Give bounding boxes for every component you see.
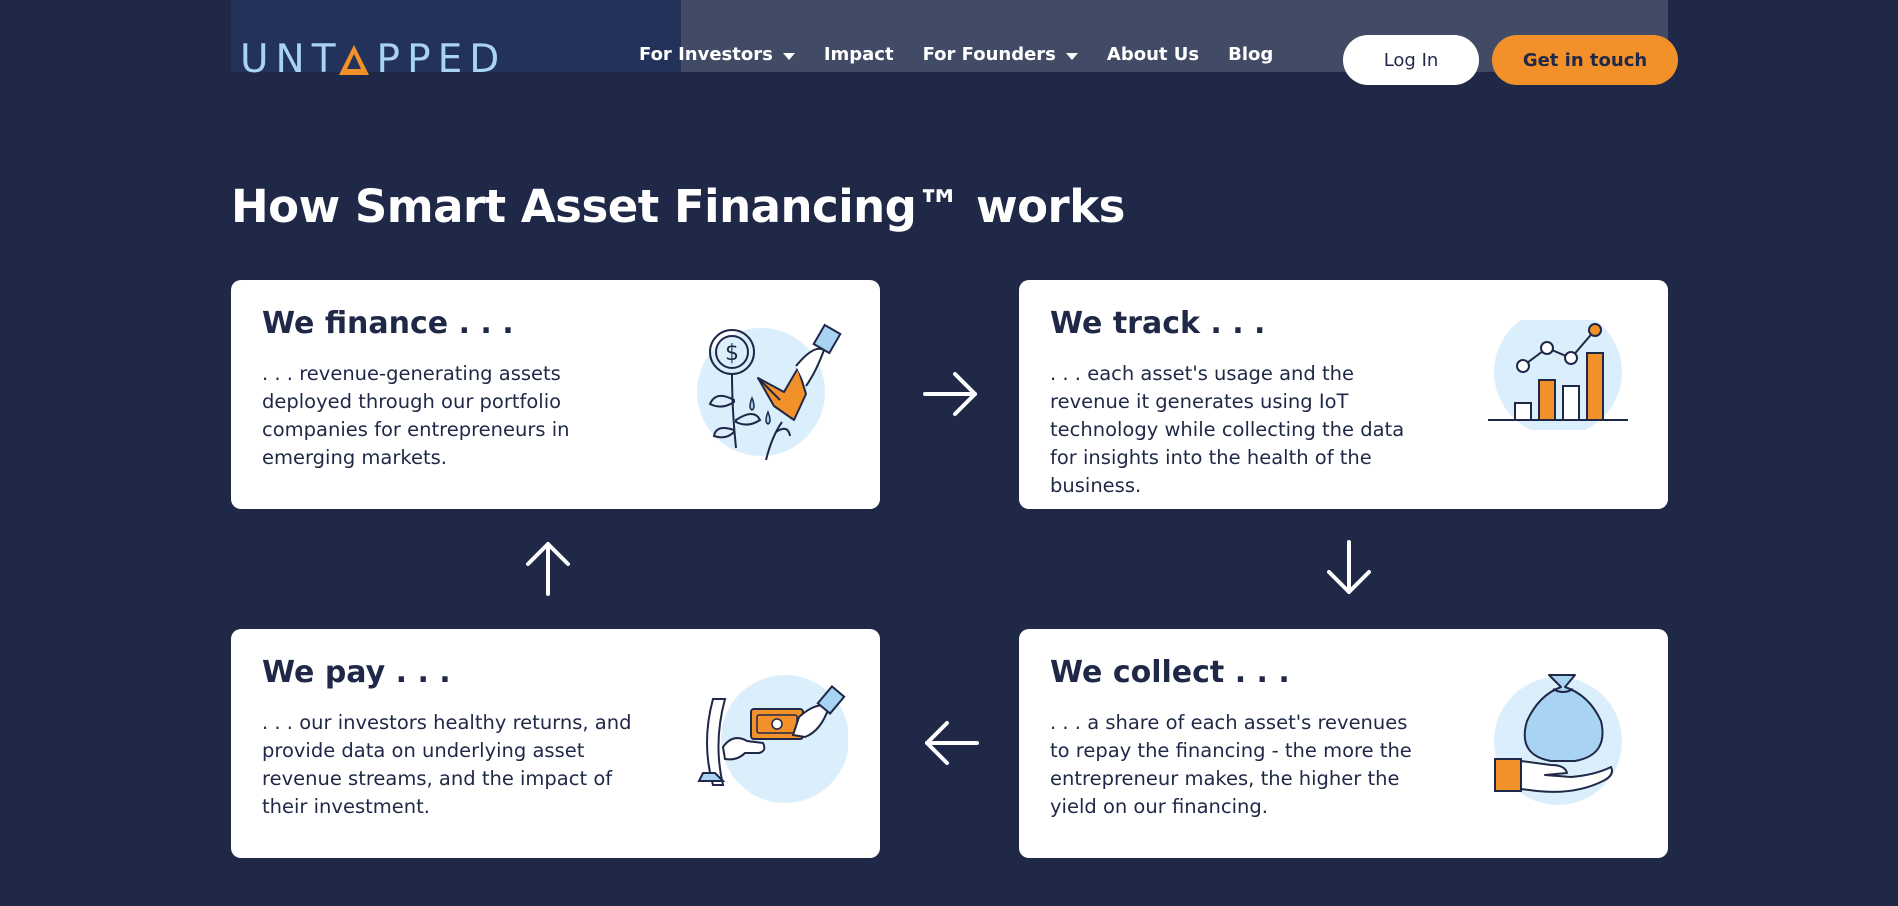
nav-label-about-us: About Us bbox=[1106, 44, 1200, 65]
card-heading: We pay . . . bbox=[262, 655, 451, 690]
card-we-pay: We pay . . . . . . our investors healthy… bbox=[231, 629, 880, 858]
nav-item-for-investors[interactable]: For Investors bbox=[639, 44, 795, 65]
arrow-up-icon bbox=[526, 542, 570, 596]
login-button[interactable]: Log In bbox=[1343, 35, 1479, 85]
main-menu: For Investors Impact For Founders About … bbox=[639, 44, 1302, 65]
payment-hand-icon bbox=[697, 675, 848, 803]
nav-item-about-us[interactable]: About Us bbox=[1107, 44, 1199, 65]
nav-label-blog: Blog bbox=[1228, 44, 1274, 65]
card-body: . . . revenue-generating assets deployed… bbox=[262, 362, 570, 469]
card-body: . . . our investors healthy returns, and… bbox=[262, 711, 632, 818]
watering-plant-icon: $ bbox=[697, 323, 842, 460]
money-bag-hand-icon bbox=[1494, 674, 1622, 805]
card-heading: We finance . . . bbox=[262, 306, 514, 341]
nav-label-for-founders: For Founders bbox=[922, 44, 1056, 65]
card-body: . . . a share of each asset's revenues t… bbox=[1050, 711, 1412, 818]
card-heading: We collect . . . bbox=[1050, 655, 1290, 690]
nav-label-for-investors: For Investors bbox=[639, 44, 773, 65]
chevron-down-icon bbox=[1065, 52, 1078, 60]
bar-chart-icon bbox=[1488, 320, 1628, 430]
logo-wordmark: UNT PPED bbox=[240, 37, 507, 82]
chevron-down-icon bbox=[782, 52, 795, 60]
logo-triangle-icon bbox=[339, 45, 369, 75]
card-heading: We track . . . bbox=[1050, 306, 1266, 341]
card-body: . . . each asset's usage and the revenue… bbox=[1050, 362, 1405, 497]
card-we-finance: We finance . . . . . . revenue-generatin… bbox=[231, 280, 880, 509]
arrow-left-icon bbox=[925, 721, 979, 765]
nav-item-blog[interactable]: Blog bbox=[1228, 44, 1273, 65]
get-in-touch-button[interactable]: Get in touch bbox=[1492, 35, 1678, 85]
arrow-down-icon bbox=[1327, 540, 1371, 594]
card-we-track: We track . . . . . . each asset's usage … bbox=[1019, 280, 1668, 509]
card-we-collect: We collect . . . . . . a share of each a… bbox=[1019, 629, 1668, 858]
nav-item-for-founders[interactable]: For Founders bbox=[923, 44, 1078, 65]
arrow-right-icon bbox=[923, 372, 977, 416]
top-navigation: UNT PPED For Investors Impact For Founder… bbox=[0, 0, 1898, 120]
svg-text:$: $ bbox=[725, 341, 739, 366]
nav-item-impact[interactable]: Impact bbox=[824, 44, 894, 65]
section-title: How Smart Asset Financing™ works bbox=[231, 180, 1125, 233]
nav-label-impact: Impact bbox=[823, 44, 894, 65]
